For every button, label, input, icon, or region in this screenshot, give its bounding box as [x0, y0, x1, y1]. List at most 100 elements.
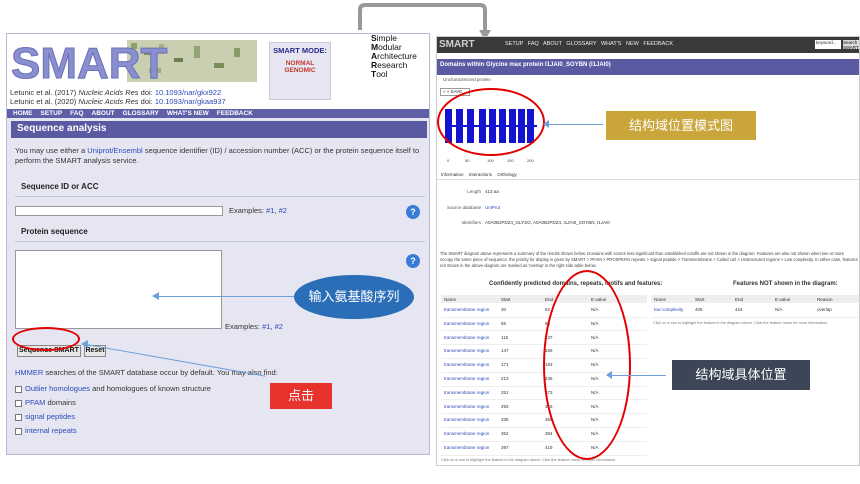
examples-seqid: Examples: #1, #2	[229, 206, 287, 215]
input-sequence-callout: 输入氨基酸序列	[294, 275, 414, 319]
nav-setup[interactable]: SETUP	[41, 110, 63, 117]
diagram-highlight-ellipse	[437, 88, 545, 156]
section-header: Sequence analysis	[11, 121, 427, 138]
diagram-tick: 0	[447, 158, 450, 163]
uniprot-link[interactable]: UniProt	[485, 205, 500, 210]
table-cell-start: 213	[501, 376, 509, 381]
mode-selector: SMART MODE: NORMAL GENOMIC	[269, 42, 331, 100]
signal-peptides-label: signal peptides	[25, 412, 76, 421]
outlier-label: Outlier homologues and homologues of kno…	[25, 384, 211, 393]
table-cell-end: 419	[545, 445, 553, 450]
table-cell-name[interactable]: transmembrane region	[444, 362, 489, 367]
example-1-link[interactable]: #1	[266, 206, 274, 215]
help-icon[interactable]: ?	[406, 254, 420, 268]
nav-about[interactable]: ABOUT	[92, 110, 115, 117]
table-cell-name[interactable]: transmembrane region	[444, 404, 489, 409]
protein-heading: Protein sequence	[21, 227, 88, 236]
table-cell-start: 336	[501, 417, 509, 423]
arrow-line	[158, 296, 294, 297]
table-cell-name[interactable]: transmembrane region	[444, 335, 489, 340]
pfam-checkbox[interactable]	[15, 400, 22, 407]
table-cell-start: 251	[501, 389, 509, 395]
table-cell-name[interactable]: transmembrane region	[444, 445, 489, 450]
internal-repeats-checkbox[interactable]	[15, 428, 22, 435]
seqid-heading: Sequence ID or ACC	[21, 182, 99, 191]
diagram-tick: 150	[507, 158, 514, 163]
table-cell-start: 362	[501, 431, 509, 437]
arrow-line	[610, 375, 666, 376]
examples-protein: Examples: #1, #2	[225, 322, 283, 331]
header: SMART Letunic et al. (2017) Nucleic Acid…	[7, 33, 429, 109]
table-row[interactable]: transmembrane region 397 419 N/A	[441, 443, 647, 456]
divider	[15, 241, 425, 242]
click-callout: 点击	[270, 383, 332, 409]
table-cell-start: 397	[501, 445, 509, 450]
table-cell-name[interactable]: transmembrane region	[444, 431, 489, 436]
signal-peptides-checkbox[interactable]	[15, 414, 22, 421]
nav-whats-new[interactable]: WHAT'S NEW	[167, 110, 209, 117]
hmmer-text: HMMER searches of the SMART database occ…	[15, 368, 278, 377]
table-cell-name[interactable]: transmembrane region	[444, 376, 489, 381]
info-tabs[interactable]: Information Interactions Orthology	[437, 172, 859, 180]
example-2-link[interactable]: #2	[275, 322, 283, 331]
table-cell-end: 52	[545, 307, 551, 312]
intro-text: You may use either a Uniprot/Ensembl seq…	[15, 146, 420, 165]
doi-link-1[interactable]: 10.1093/nar/gkx922	[155, 88, 221, 97]
keyword-search-input[interactable]: keyword...	[815, 40, 841, 49]
table-highlight-ellipse	[543, 270, 631, 460]
arrow-head-icon	[81, 340, 88, 348]
diagram-tick: 200	[527, 158, 534, 163]
table-row[interactable]: low complexity 405 424 N/A overlap	[651, 305, 859, 318]
table-cell-start: 171	[501, 362, 509, 368]
nav-glossary[interactable]: GLOSSARY	[123, 110, 159, 117]
internal-repeats-label: internal repeats	[25, 426, 77, 435]
citations: Letunic et al. (2017) Nucleic Acids Res …	[10, 88, 226, 106]
doi-link-2[interactable]: 10.1093/nar/gkaa937	[155, 97, 226, 106]
example-1-link[interactable]: #1	[262, 322, 270, 331]
results-nav[interactable]: SETUP FAQ ABOUT GLOSSARY WHAT'S NEW FEED…	[505, 41, 673, 47]
outlier-checkbox[interactable]	[15, 386, 22, 393]
table-cell-name[interactable]: transmembrane region	[444, 321, 489, 326]
nav-feedback[interactable]: FEEDBACK	[217, 110, 253, 117]
hidden-table-header: Name Start End E-value Reason	[651, 295, 859, 303]
results-title: Domains within Glycine max protein I1JAI…	[440, 62, 611, 68]
domain-pattern-callout: 结构域位置模式图	[606, 111, 756, 140]
diagram-tick: 50	[465, 158, 470, 163]
results-topbar: SMART SETUP FAQ ABOUT GLOSSARY WHAT'S NE…	[437, 37, 859, 53]
smart-sequence-analysis-page: SMART Letunic et al. (2017) Nucleic Acid…	[6, 33, 430, 455]
hidden-features-title: Features NOT shown in the diagram:	[733, 281, 838, 287]
search-button[interactable]: Search SMART	[843, 40, 859, 50]
main-nav: HOME SETUP FAQ ABOUT GLOSSARY WHAT'S NEW…	[7, 109, 429, 118]
nav-faq[interactable]: FAQ	[70, 110, 83, 117]
arrow-head-icon	[606, 371, 612, 379]
arrow-head-icon	[543, 120, 549, 128]
results-subtitle: Uncharacterized protein	[443, 77, 491, 82]
diagram-tick: 100	[487, 158, 494, 163]
acronym: Simple Modular Architecture Research Too…	[371, 33, 417, 79]
arrow-head-icon	[152, 292, 159, 300]
info-identifiers: Identifiers A0A0B2PDZ4_GLYSO, A0A0B2PDZ4,…	[461, 220, 610, 225]
uniprot-link[interactable]: Uniprot/Ensembl	[87, 146, 142, 155]
domain-positions-callout: 结构域具体位置	[672, 360, 810, 390]
pfam-label: PFAM domains	[25, 398, 76, 407]
table-cell-name[interactable]: transmembrane region	[444, 307, 489, 312]
table-cell-start: 65	[501, 320, 507, 326]
help-icon[interactable]: ?	[406, 205, 420, 219]
protein-sequence-textarea[interactable]	[15, 250, 222, 329]
table-cell-name[interactable]: transmembrane region	[444, 390, 489, 395]
mode-normal-link[interactable]: NORMAL	[270, 60, 330, 67]
results-title-bar: Domains within Glycine max protein I1JAI…	[437, 59, 859, 75]
table-cell-name[interactable]: transmembrane region	[444, 417, 489, 422]
arrow-line	[547, 124, 603, 125]
example-2-link[interactable]: #2	[279, 206, 287, 215]
table-cell-end: 384	[545, 431, 553, 437]
table-cell-start: 147	[501, 348, 509, 354]
table-cell-name[interactable]: transmembrane region	[444, 348, 489, 353]
divider	[15, 196, 425, 197]
mode-genomic-link[interactable]: GENOMIC	[270, 67, 330, 74]
nav-home[interactable]: HOME	[13, 110, 33, 117]
sequence-id-input[interactable]	[15, 206, 223, 216]
table-cell-start: 293	[501, 403, 509, 409]
section-title: Sequence analysis	[17, 123, 107, 134]
hmmer-link[interactable]: HMMER	[15, 368, 43, 377]
